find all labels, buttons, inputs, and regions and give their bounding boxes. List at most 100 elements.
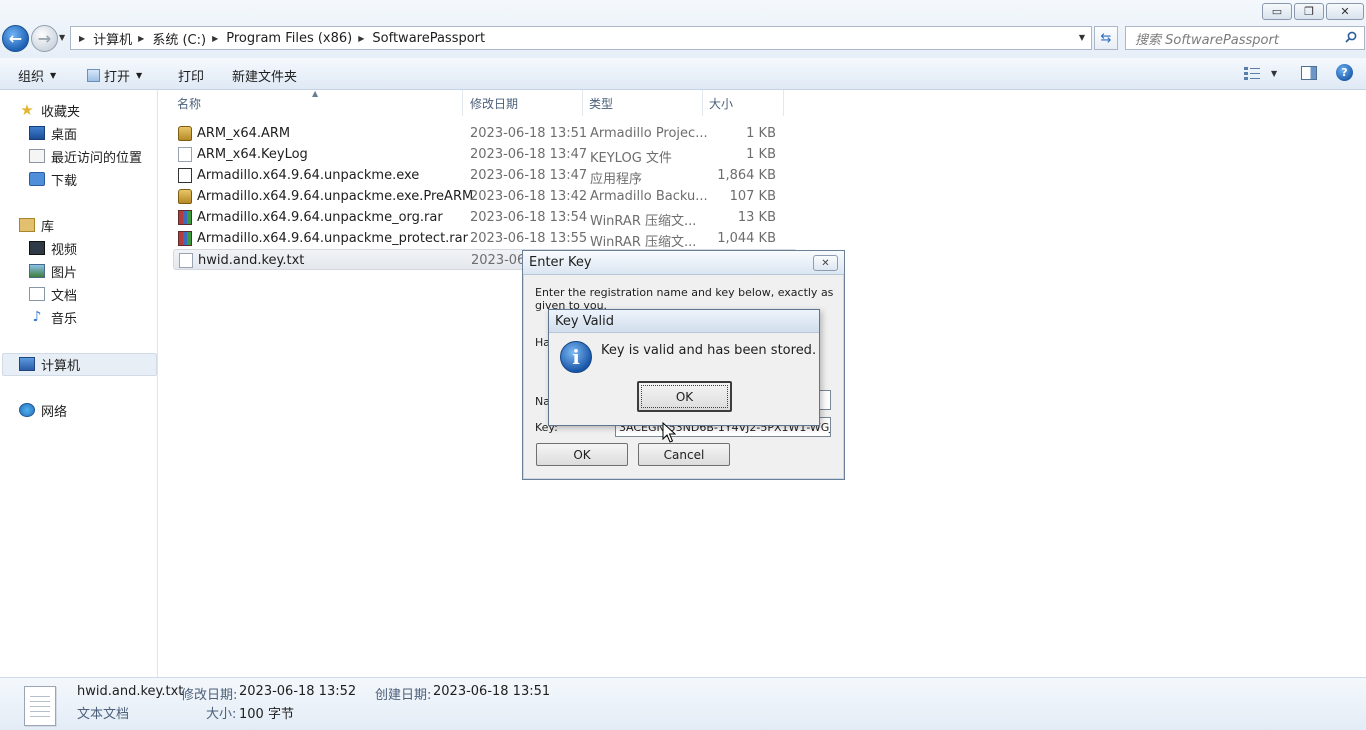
key-valid-dialog: Key Valid i Key is valid and has been st…	[548, 309, 820, 426]
minimize-button[interactable]: ▭	[1262, 3, 1292, 20]
details-size-value: 100 字节	[239, 707, 294, 722]
breadcrumb-softwarepassport[interactable]: SoftwarePassport	[372, 31, 485, 46]
library-icon	[19, 218, 35, 232]
open-button[interactable]: 打开 ▼	[87, 66, 142, 85]
file-date: 2023-06-18 13:47	[470, 168, 588, 183]
dialog-title-bar: Key Valid	[549, 310, 819, 333]
new-folder-button[interactable]: 新建文件夹	[232, 66, 297, 85]
dialog-close-button[interactable]: ✕	[813, 255, 838, 271]
file-row[interactable]: Armadillo.x64.9.64.unpackme_org.rar 2023…	[173, 207, 797, 229]
forward-arrow-icon: →	[37, 29, 52, 48]
file-date: 2023-06-18 13:54	[470, 210, 588, 225]
file-size: 13 KB	[737, 210, 776, 225]
file-type: 应用程序	[590, 172, 643, 187]
file-row[interactable]: Armadillo.x64.9.64.unpackme_protect.rar …	[173, 228, 797, 250]
mouse-cursor-icon	[662, 422, 676, 443]
restore-button[interactable]: ❐	[1294, 3, 1324, 20]
title-bar: ▭ ❐ ✕ ← → ▼ ▶ 计算机 ▶ 系统 (C:) ▶ Program File…	[0, 0, 1366, 58]
cancel-button[interactable]: Cancel	[638, 443, 730, 466]
dialog-title-bar: Enter Key ✕	[523, 251, 844, 275]
help-icon[interactable]: ?	[1336, 64, 1353, 81]
text-document-icon	[24, 686, 56, 726]
window-controls: ▭ ❐ ✕	[1262, 3, 1364, 20]
details-modified-value: 2023-06-18 13:52	[239, 684, 357, 699]
dialog-title: Enter Key	[529, 255, 592, 270]
preview-pane-icon[interactable]	[1301, 66, 1317, 80]
view-dropdown-icon[interactable]: ▼	[1271, 69, 1277, 78]
search-icon[interactable]	[1345, 31, 1357, 43]
sidebar-item-documents[interactable]: 文档	[29, 284, 77, 304]
star-icon: ★	[20, 101, 34, 119]
breadcrumb-system-c[interactable]: 系统 (C:) ▶	[152, 29, 226, 48]
sidebar-item-recent[interactable]: 最近访问的位置	[29, 146, 142, 166]
refresh-button[interactable]: ⇆	[1094, 26, 1118, 50]
search-input[interactable]: 搜索 SoftwarePassport	[1125, 26, 1365, 50]
search-placeholder: 搜索 SoftwarePassport	[1135, 32, 1279, 48]
column-header-date[interactable]: 修改日期	[463, 90, 583, 116]
crumb-root-arrow[interactable]: ▶	[79, 34, 93, 43]
ok-button[interactable]: OK	[637, 381, 732, 412]
file-size: 1,044 KB	[717, 231, 776, 246]
chevron-down-icon: ▼	[50, 71, 57, 80]
view-options-icon[interactable]	[1244, 66, 1260, 80]
file-row[interactable]: ARM_x64.KeyLog 2023-06-18 13:47 KEYLOG 文…	[173, 144, 797, 166]
column-header-type[interactable]: 类型	[583, 90, 703, 116]
details-size-label: 大小:	[206, 707, 237, 722]
breadcrumb-computer[interactable]: 计算机 ▶	[93, 29, 152, 48]
sidebar-item-downloads[interactable]: 下载	[29, 169, 77, 189]
sidebar-item-libraries[interactable]: 库	[19, 215, 54, 235]
file-date: 2023-06-18 13:47	[470, 147, 588, 162]
sidebar-item-videos[interactable]: 视频	[29, 238, 77, 258]
dialog-title: Key Valid	[555, 313, 615, 329]
file-name: ARM_x64.KeyLog	[197, 147, 308, 162]
navigation-pane: ★ 收藏夹 桌面 最近访问的位置 下载 库 视频 图片 文档 ♪ 音乐 计算机 网络	[0, 90, 158, 677]
file-type: KEYLOG 文件	[590, 151, 672, 166]
forward-button[interactable]: →	[31, 25, 58, 52]
file-date: 2023-06-18 13:42	[470, 189, 588, 204]
breadcrumb-program-files[interactable]: Program Files (x86) ▶	[226, 31, 372, 46]
file-name: Armadillo.x64.9.64.unpackme_protect.rar	[197, 231, 468, 246]
details-created-value: 2023-06-18 13:51	[433, 684, 551, 699]
info-icon: i	[560, 341, 592, 373]
file-size: 107 KB	[729, 189, 776, 204]
file-type: WinRAR 压缩文...	[590, 235, 697, 250]
file-row[interactable]: ARM_x64.ARM 2023-06-18 13:51 Armadillo P…	[173, 123, 797, 144]
sidebar-item-network[interactable]: 网络	[19, 400, 67, 420]
sidebar-item-desktop[interactable]: 桌面	[29, 123, 77, 143]
sidebar-item-music[interactable]: ♪ 音乐	[29, 307, 77, 327]
column-header-name[interactable]: 名称	[159, 90, 463, 116]
address-bar[interactable]: ▶ 计算机 ▶ 系统 (C:) ▶ Program Files (x86) ▶ Sof…	[70, 26, 1092, 50]
address-dropdown-icon[interactable]: ▼	[1079, 33, 1085, 42]
chevron-down-icon: ▼	[136, 71, 143, 80]
documents-icon	[29, 287, 45, 301]
file-row[interactable]: Armadillo.x64.9.64.unpackme.exe.PreARM 2…	[173, 186, 797, 207]
file-name: Armadillo.x64.9.64.unpackme_org.rar	[197, 210, 443, 225]
sidebar-item-computer[interactable]: 计算机	[19, 354, 80, 374]
close-button[interactable]: ✕	[1326, 3, 1364, 20]
refresh-icon: ⇆	[1100, 30, 1112, 46]
file-size: 1,864 KB	[717, 168, 776, 183]
file-size: 1 KB	[746, 147, 776, 162]
open-icon	[87, 69, 100, 82]
file-type: Armadillo Projec...	[590, 126, 708, 141]
ok-button[interactable]: OK	[536, 443, 628, 466]
file-type: Armadillo Backu...	[590, 189, 708, 204]
video-icon	[29, 241, 45, 255]
print-button[interactable]: 打印	[178, 66, 204, 85]
details-created-label: 创建日期:	[375, 688, 432, 703]
text-file-icon	[179, 253, 193, 268]
file-name: hwid.and.key.txt	[198, 253, 305, 268]
rar-icon	[178, 210, 192, 225]
file-name: Armadillo.x64.9.64.unpackme.exe	[197, 168, 420, 183]
exe-icon	[178, 168, 192, 183]
organize-button[interactable]: 组织 ▼	[18, 66, 56, 85]
sidebar-item-pictures[interactable]: 图片	[29, 261, 77, 281]
file-row[interactable]: Armadillo.x64.9.64.unpackme.exe 2023-06-…	[173, 165, 797, 187]
history-dropdown-icon[interactable]: ▼	[59, 33, 65, 42]
command-bar: 组织 ▼ 打开 ▼ 打印 新建文件夹	[0, 58, 1366, 90]
file-name: ARM_x64.ARM	[197, 126, 291, 141]
downloads-icon	[29, 172, 45, 186]
sidebar-item-favorites[interactable]: ★ 收藏夹	[19, 100, 80, 120]
column-header-size[interactable]: 大小	[703, 90, 784, 116]
back-button[interactable]: ←	[2, 25, 29, 52]
